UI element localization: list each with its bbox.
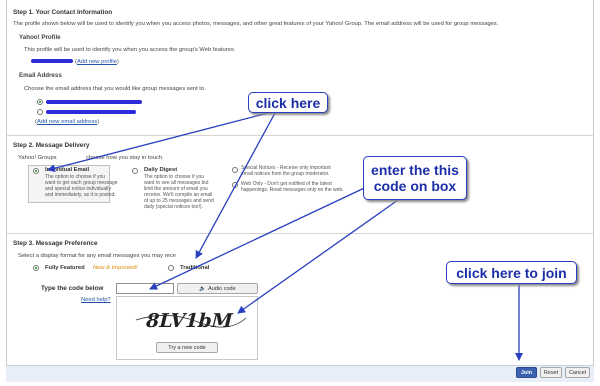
cancel-button[interactable]: Cancel bbox=[565, 367, 590, 378]
step3-title: Step 3. Message Preference bbox=[13, 240, 98, 247]
profile-heading: Yahoo! Profile bbox=[19, 34, 61, 41]
reset-button[interactable]: Reset bbox=[540, 367, 562, 378]
redacted-email-2 bbox=[46, 110, 136, 114]
fully-featured-radio[interactable] bbox=[33, 265, 39, 271]
divider-2 bbox=[6, 233, 594, 234]
try-new-code-button[interactable]: Try a new code bbox=[156, 342, 218, 353]
footer-bar bbox=[6, 365, 594, 382]
add-email-row: (Add new email address) bbox=[35, 119, 100, 125]
need-help-link[interactable]: Need help? bbox=[81, 297, 111, 303]
captcha-label: Type the code below bbox=[41, 285, 104, 292]
captcha-code-text: 8LV1bM bbox=[143, 309, 235, 332]
new-improved-label: New & Improved! bbox=[93, 265, 138, 271]
email-heading: Email Address bbox=[19, 72, 62, 79]
audio-code-button[interactable]: 🔈 Audio code bbox=[177, 283, 258, 294]
individual-email-radio[interactable] bbox=[33, 168, 39, 174]
daily-digest-title: Daily Digest bbox=[144, 167, 178, 173]
step1-title: Step 1. Your Contact Information bbox=[13, 9, 113, 16]
daily-digest-desc: The option to choose if you want to see a… bbox=[144, 174, 214, 210]
traditional-radio[interactable] bbox=[168, 265, 174, 271]
web-only-text: Web Only - Don't get notified of the lat… bbox=[241, 181, 344, 193]
web-only-radio[interactable] bbox=[232, 182, 238, 188]
callout-enter-code: enter the this code on box bbox=[363, 156, 467, 200]
redacted-profile-name bbox=[31, 59, 73, 63]
captcha-input[interactable] bbox=[116, 283, 174, 294]
daily-digest-radio[interactable] bbox=[132, 168, 138, 174]
add-profile-link[interactable]: Add new profile bbox=[77, 59, 117, 65]
speaker-icon: 🔈 bbox=[199, 285, 207, 292]
callout-click-here: click here bbox=[248, 92, 328, 113]
step2-intro-start: Yahoo! Groups bbox=[18, 155, 57, 161]
join-button[interactable]: Join bbox=[516, 367, 537, 378]
email-description: Choose the email address that you would … bbox=[24, 86, 206, 92]
divider-1 bbox=[6, 135, 594, 136]
special-notices-text: Special Notices - Receive only important… bbox=[241, 165, 331, 177]
redacted-email-1 bbox=[46, 100, 142, 104]
email-radio-2[interactable] bbox=[37, 109, 43, 115]
add-email-link[interactable]: Add new email address bbox=[37, 119, 97, 125]
profile-description: This profile will be used to identify yo… bbox=[24, 47, 236, 53]
individual-email-title: Individual Email bbox=[45, 167, 90, 173]
step2-title: Step 2. Message Delivery bbox=[13, 142, 90, 149]
add-profile-row: (Add new profile) bbox=[75, 59, 119, 65]
step3-intro: Select a display format for any email me… bbox=[18, 253, 176, 259]
step1-intro: The profile shown below will be used to … bbox=[13, 21, 499, 27]
captcha-image: 8LV1bM bbox=[135, 309, 247, 332]
email-radio-1[interactable] bbox=[37, 99, 43, 105]
callout-click-join: click here to join bbox=[446, 261, 577, 284]
traditional-label: Traditional bbox=[180, 265, 210, 271]
special-notices-radio[interactable] bbox=[232, 167, 238, 173]
individual-email-desc: The option to choose if you want to get e… bbox=[45, 174, 118, 198]
fully-featured-label: Fully Featured bbox=[45, 265, 85, 271]
step2-intro-end: choose how you stay in touch. bbox=[86, 155, 164, 161]
